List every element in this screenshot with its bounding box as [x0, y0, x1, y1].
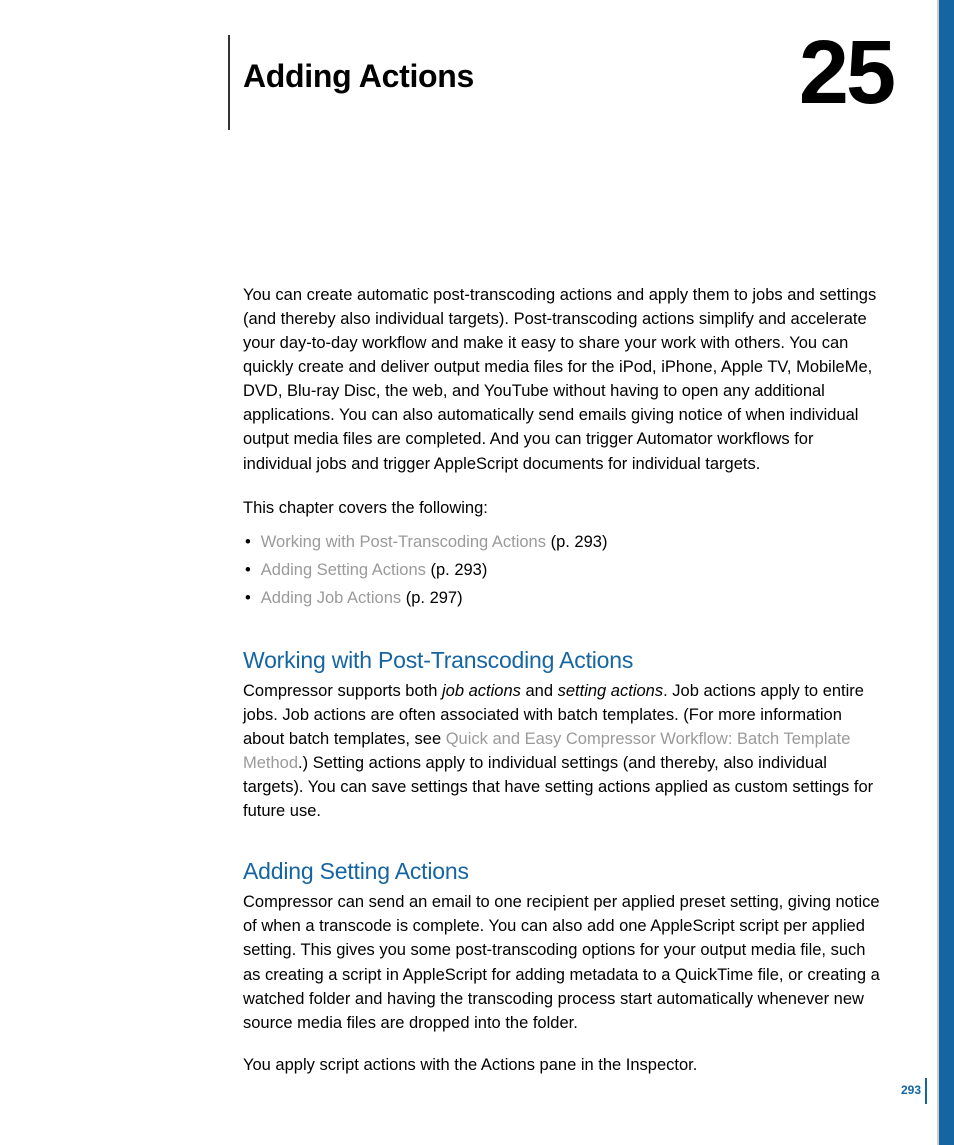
- document-page: Adding Actions 25 You can create automat…: [0, 0, 954, 1145]
- page-margin-stripe: [939, 0, 954, 1145]
- section-body: You apply script actions with the Action…: [243, 1053, 880, 1077]
- intro-paragraph: You can create automatic post-transcodin…: [243, 283, 880, 476]
- toc-page-ref: (p. 297): [401, 589, 462, 607]
- toc-item: • Working with Post-Transcoding Actions …: [245, 528, 880, 556]
- chapter-title: Adding Actions: [243, 58, 474, 95]
- bullet-dot: •: [245, 584, 251, 612]
- bullet-dot: •: [245, 528, 251, 556]
- toc-link[interactable]: Adding Job Actions: [261, 589, 401, 607]
- page-number-rule: [925, 1078, 927, 1104]
- bullet-dot: •: [245, 556, 251, 584]
- page-number: 293: [901, 1083, 921, 1097]
- toc-item: • Adding Setting Actions (p. 293): [245, 556, 880, 584]
- toc-page-ref: (p. 293): [426, 561, 487, 579]
- chapter-header-rule: [228, 35, 230, 130]
- section-heading-working: Working with Post-Transcoding Actions: [243, 647, 880, 674]
- toc-link[interactable]: Adding Setting Actions: [261, 561, 426, 579]
- page-content: You can create automatic post-transcodin…: [243, 283, 880, 1095]
- italic-term: job actions: [442, 682, 521, 700]
- section-body: Compressor supports both job actions and…: [243, 679, 880, 823]
- chapter-number: 25: [799, 22, 893, 125]
- toc-link[interactable]: Working with Post-Transcoding Actions: [261, 533, 546, 551]
- section-heading-adding: Adding Setting Actions: [243, 858, 880, 885]
- page-thin-rule: [937, 0, 939, 1145]
- chapter-covers-label: This chapter covers the following:: [243, 496, 880, 520]
- toc-item: • Adding Job Actions (p. 297): [245, 584, 880, 612]
- italic-term: setting actions: [558, 682, 663, 700]
- toc-page-ref: (p. 293): [546, 533, 607, 551]
- section-body: Compressor can send an email to one reci…: [243, 890, 880, 1034]
